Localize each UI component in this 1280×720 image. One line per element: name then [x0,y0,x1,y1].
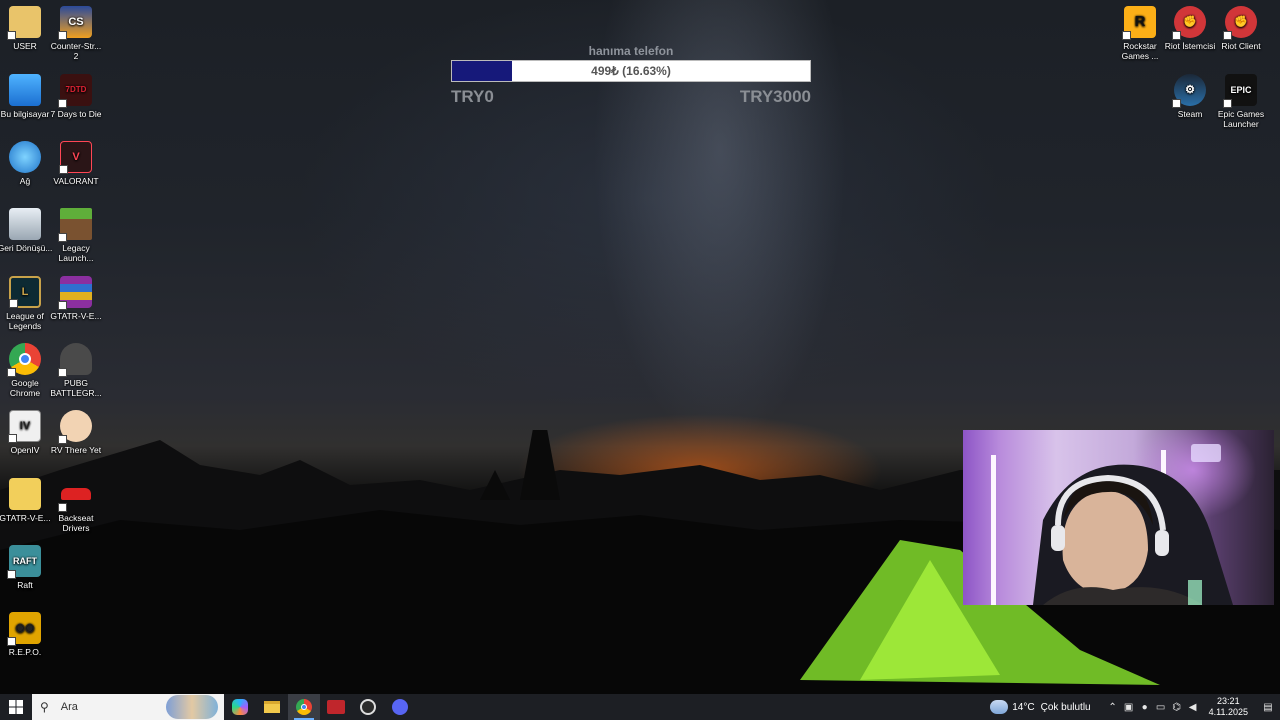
desktop-icon-user[interactable]: USER [0,6,53,51]
obs-icon [360,699,376,715]
donation-amount: 499₺ (16.63%) [591,64,671,78]
desktop-icon-network[interactable]: Ağ [0,141,53,186]
copilot-icon [232,699,248,715]
stream-app-icon [327,700,345,714]
epic-games-icon: EPIC [1223,74,1257,108]
backseat-drivers-icon [58,478,92,512]
desktop-icon-rockstar[interactable]: R Rockstar Games ... [1112,6,1168,61]
desktop-icon-backseat-drivers[interactable]: Backseat Drivers [48,478,104,533]
recycle-bin-icon [9,208,41,240]
weather-icon[interactable] [990,700,1009,714]
raft-icon: RAFT [7,545,41,579]
file-explorer-icon [264,701,280,713]
network-icon[interactable]: ⌬ [1169,694,1185,720]
search-icon: ⚲ [40,700,49,714]
this-pc-icon [9,74,41,106]
desktop-icon-7-days-to-die[interactable]: 7DTD 7 Days to Die [48,74,104,119]
league-of-legends-icon: L [9,276,41,308]
counter-strike-icon: CS [58,6,92,40]
speaker-icon[interactable]: ◀ [1185,694,1201,720]
donation-max-label: TRY3000 [739,87,811,106]
desktop-icon-steam[interactable]: ⚙ Steam [1162,74,1218,119]
donation-goal-widget: hanıma telefon 499₺ (16.63%) TRY0 TRY300… [451,44,811,107]
windows-logo-icon [9,700,23,714]
folder-icon [9,478,41,510]
webcam-overlay [963,430,1274,605]
desktop-icon-raft[interactable]: RAFT Raft [0,545,53,590]
desktop-icon-legacy-launcher[interactable]: Legacy Launch... [48,208,104,263]
riot-client-icon: ✊ [1223,6,1257,40]
clock-time: 23:21 [1217,696,1240,706]
rv-there-yet-icon [58,410,92,444]
taskbar: ⚲ Ara 14°C Çok bulutlu ⌃ ▣ ● ▭ ⌬ ◀ 23:21… [0,694,1280,720]
desktop-icon-riot-istemcisi[interactable]: ✊ Riot İstemcisi [1162,6,1218,51]
desktop-icon-recycle-bin[interactable]: Geri Dönüşü... [0,208,53,253]
donation-progress-bar: 499₺ (16.63%) [451,60,811,82]
desktop-icon-repo[interactable]: ◉◉ R.E.P.O. [0,612,53,657]
legacy-launcher-icon [58,208,92,242]
desktop-icon-valorant[interactable]: V VALORANT [48,141,104,186]
desktop-icon-pubg[interactable]: PUBG BATTLEGR... [48,343,104,398]
pubg-icon [58,343,92,377]
desktop-icon-winrar[interactable]: GTATR-V-E... [48,276,104,321]
donation-title: hanıma telefon [588,44,674,58]
chrome-icon [296,699,312,715]
taskbar-search-box[interactable]: ⚲ Ara [32,694,224,720]
notification-icon[interactable]: ▤ [1256,694,1280,720]
desktop-icon-this-pc[interactable]: Bu bilgisayar [0,74,53,119]
desktop-icon-riot-client[interactable]: ✊ Riot Client [1213,6,1269,51]
app-tray-icon[interactable]: ▣ [1121,694,1137,720]
desktop-icon-epic-games[interactable]: EPIC Epic Games Launcher [1213,74,1269,129]
7-days-to-die-icon: 7DTD [58,74,92,108]
rockstar-icon: R [1122,6,1156,40]
steam-icon: ⚙ [1172,74,1206,108]
taskbar-file-explorer[interactable] [256,694,288,720]
donation-min-label: TRY0 [451,87,494,106]
desktop-icon-league-of-legends[interactable]: L League of Legends [0,276,53,331]
microphone-icon[interactable]: ● [1137,694,1153,720]
display-icon[interactable]: ▭ [1153,694,1169,720]
riot-client-icon: ✊ [1172,6,1206,40]
repo-icon: ◉◉ [7,612,41,646]
taskbar-chrome[interactable] [288,694,320,720]
network-icon [9,141,41,173]
desktop-icon-openiv[interactable]: IV OpenIV [0,410,53,455]
taskbar-obs[interactable] [352,694,384,720]
valorant-icon: V [59,141,92,174]
taskbar-discord[interactable] [384,694,416,720]
system-tray: 14°C Çok bulutlu ⌃ ▣ ● ▭ ⌬ ◀ 23:21 4.11.… [990,694,1280,720]
weather-text[interactable]: Çok bulutlu [1041,702,1091,713]
discord-icon [392,699,408,715]
chevron-up-icon[interactable]: ⌃ [1105,694,1121,720]
weather-temp[interactable]: 14°C [1012,702,1034,713]
search-highlight-icon [166,695,218,719]
user-folder-icon [7,6,41,40]
taskbar-stream-app[interactable] [320,694,352,720]
desktop-icon-rv-there-yet[interactable]: RV There Yet [48,410,104,455]
winrar-icon [58,276,92,310]
desktop-icon-counter-strike[interactable]: CS Counter-Str... 2 [48,6,104,61]
chrome-icon [7,343,41,377]
start-button[interactable] [0,694,32,720]
desktop-icon-gtatr-folder[interactable]: GTATR-V-E... [0,478,53,523]
webcam-person-image [991,444,1233,605]
openiv-icon: IV [8,410,41,443]
taskbar-clock[interactable]: 23:21 4.11.2025 [1201,696,1256,718]
search-placeholder: Ara [60,701,78,713]
desktop-icon-chrome[interactable]: Google Chrome [0,343,53,398]
clock-date: 4.11.2025 [1208,707,1248,717]
taskbar-copilot[interactable] [224,694,256,720]
